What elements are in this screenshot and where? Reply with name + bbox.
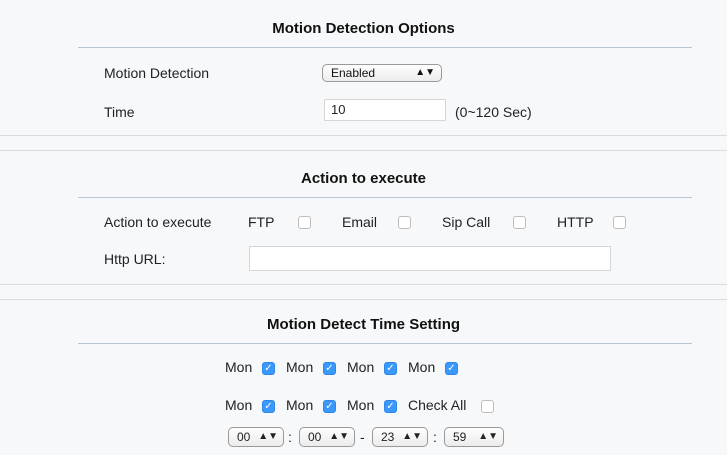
select-arrows-icon: ▲▼ — [402, 431, 422, 442]
day-label: Mon — [286, 397, 314, 413]
time-colon: : — [288, 429, 292, 445]
checkmark-icon: ✓ — [264, 401, 273, 412]
action-ftp-checkbox[interactable] — [298, 216, 311, 229]
day-label: Mon — [408, 359, 436, 375]
select-arrows-icon: ▲▼ — [478, 431, 498, 442]
checkmark-icon: ✓ — [264, 363, 273, 374]
section-separator — [0, 299, 727, 300]
day-label: Mon — [347, 359, 375, 375]
time-dash: - — [360, 429, 365, 445]
select-arrows-icon: ▲▼ — [415, 67, 435, 78]
action-email-label: Email — [342, 214, 378, 230]
start-minute-value: 00 — [308, 430, 322, 444]
day-checkbox[interactable]: ✓ — [262, 362, 275, 375]
section-separator — [0, 284, 727, 285]
day-label: Mon — [225, 359, 253, 375]
action-sipcall-label: Sip Call — [442, 214, 491, 230]
motion-detection-select[interactable]: Enabled ▲▼ — [322, 64, 442, 82]
select-arrows-icon: ▲▼ — [329, 431, 349, 442]
day-checkbox[interactable]: ✓ — [323, 400, 336, 413]
check-all-label: Check All — [408, 397, 467, 413]
motion-options-title: Motion Detection Options — [272, 20, 455, 37]
time-setting-title: Motion Detect Time Setting — [266, 316, 461, 333]
day-label: Mon — [347, 397, 375, 413]
day-checkbox[interactable]: ✓ — [262, 400, 275, 413]
checkmark-icon: ✓ — [325, 401, 334, 412]
day-label: Mon — [286, 359, 314, 375]
action-row-label: Action to execute — [104, 214, 212, 230]
time-range-hint: (0~120 Sec) — [455, 104, 532, 120]
time-input[interactable]: 10 — [324, 99, 446, 121]
time-range-row: 00 ▲▼ : 00 ▲▼ - 23 ▲▼ : 59 ▲▼ — [228, 427, 518, 447]
motion-detection-label: Motion Detection — [104, 65, 210, 81]
checkmark-icon: ✓ — [447, 363, 456, 374]
day-label: Mon — [225, 397, 253, 413]
time-label: Time — [104, 104, 135, 120]
action-divider — [78, 197, 692, 198]
http-url-input[interactable] — [249, 246, 611, 271]
motion-detection-value: Enabled — [331, 66, 376, 80]
day-checkbox[interactable]: ✓ — [445, 362, 458, 375]
action-sipcall-checkbox[interactable] — [513, 216, 526, 229]
action-email-checkbox[interactable] — [398, 216, 411, 229]
day-checkbox[interactable]: ✓ — [384, 400, 397, 413]
action-http-label: HTTP — [557, 214, 594, 230]
action-ftp-label: FTP — [248, 214, 275, 230]
day-checkbox[interactable]: ✓ — [384, 362, 397, 375]
end-minute-select[interactable]: 59 ▲▼ — [444, 427, 504, 447]
section-separator — [0, 135, 727, 136]
checkmark-icon: ✓ — [386, 363, 395, 374]
action-http-checkbox[interactable] — [613, 216, 626, 229]
checkmark-icon: ✓ — [325, 363, 334, 374]
day-checkbox[interactable]: ✓ — [323, 362, 336, 375]
checkmark-icon: ✓ — [386, 401, 395, 412]
action-title: Action to execute — [300, 170, 427, 187]
motion-options-divider — [78, 47, 692, 48]
start-hour-select[interactable]: 00 ▲▼ — [228, 427, 284, 447]
end-hour-value: 23 — [381, 430, 395, 444]
time-colon: : — [433, 429, 437, 445]
end-minute-value: 59 — [453, 430, 467, 444]
select-arrows-icon: ▲▼ — [258, 431, 278, 442]
check-all-checkbox[interactable] — [481, 400, 494, 413]
time-setting-divider — [78, 343, 692, 344]
start-hour-value: 00 — [237, 430, 251, 444]
end-hour-select[interactable]: 23 ▲▼ — [372, 427, 428, 447]
http-url-label: Http URL: — [104, 251, 166, 267]
section-separator — [0, 150, 727, 151]
start-minute-select[interactable]: 00 ▲▼ — [299, 427, 355, 447]
motion-detection-settings-page: Motion Detection Options Motion Detectio… — [0, 0, 727, 455]
